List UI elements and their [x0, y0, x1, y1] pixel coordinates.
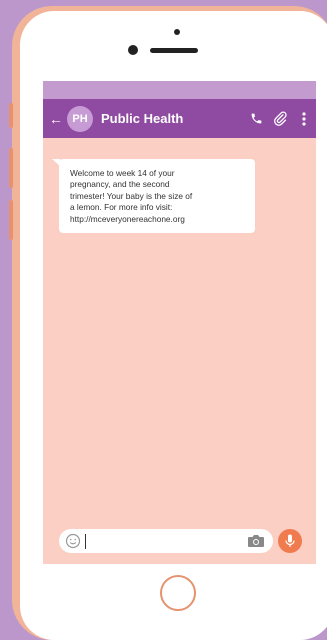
- message-line: a lemon. For more info visit:: [70, 202, 173, 213]
- camera-icon[interactable]: [247, 534, 265, 548]
- message-link[interactable]: http://mceveryonereachone.org: [70, 214, 247, 225]
- status-bar: [43, 81, 316, 99]
- avatar-initials: PH: [72, 112, 88, 125]
- phone-icon[interactable]: [244, 112, 268, 125]
- sensor-dot: [174, 29, 180, 35]
- home-button[interactable]: [160, 575, 196, 611]
- arrow-left-icon[interactable]: ←: [47, 111, 65, 127]
- more-vertical-icon[interactable]: [292, 111, 316, 126]
- message-input[interactable]: [59, 529, 273, 553]
- microphone-button[interactable]: [278, 529, 302, 553]
- phone-screen: ← PH Public Health Welcome to week 14 of…: [43, 81, 316, 564]
- message-line: Welcome to week 14 of your: [70, 168, 175, 178]
- earpiece-speaker: [150, 48, 198, 53]
- message-line: trimester! Your baby is the size of: [70, 190, 193, 201]
- text-cursor: [85, 533, 86, 549]
- front-camera: [128, 45, 138, 55]
- message-line: pregnancy, and the second: [70, 179, 170, 190]
- paperclip-icon[interactable]: [268, 111, 292, 126]
- contact-name[interactable]: Public Health: [101, 111, 244, 126]
- chat-header: ← PH Public Health: [43, 99, 316, 138]
- volume-up-button: [9, 148, 13, 188]
- microphone-icon: [285, 534, 295, 547]
- avatar[interactable]: PH: [67, 105, 93, 132]
- side-button: [9, 103, 13, 128]
- volume-down-button: [9, 200, 13, 240]
- message-bubble: Welcome to week 14 of your pregnancy, an…: [59, 159, 255, 234]
- emoji-icon[interactable]: [64, 532, 82, 550]
